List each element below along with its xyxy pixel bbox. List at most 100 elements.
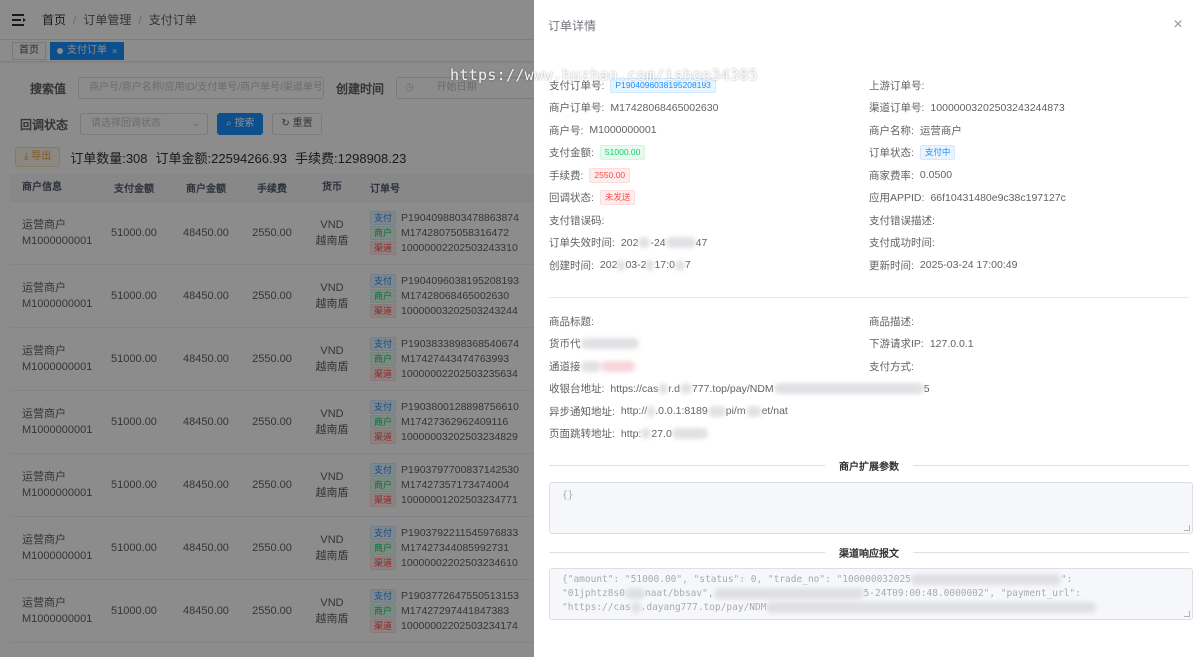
order-status-tag: 支付中 [919,145,956,161]
field-label: 支付成功时间: [869,237,935,250]
order-detail-fields: 支付订单号: P1904096038195208193 上游订单号: 商户订单号:… [549,74,1189,277]
resp-line-part: "https://cas [562,602,631,613]
field-value-part: 27.0 [651,427,672,440]
ext-params-value: {} [562,490,574,501]
channel-response-title: 渠道响应报文 [839,549,899,560]
field-merchant-no: 商户号: M1000000001 [549,123,869,138]
redaction-blur [641,428,652,440]
field-merchant-order-no: 商户订单号: M17428068465002630 [549,100,869,115]
field-value: 66f10431480e9c38c197127c [930,191,1066,204]
channel-response-divider: 渠道响应报文 [549,545,1189,560]
resp-line-part: "01jphtz8s0 [562,588,625,599]
field-label: 商户号: [549,124,584,137]
field-cashier-url: 收银台地址: https://cas r.d 777.top/pay/NDM 5 [549,381,1189,396]
field-return-url: 页面跳转地址: http: 27.0 [549,426,1189,441]
field-subject: 商品标题: [549,314,869,329]
field-value-part: 47 [695,236,708,249]
resp-line-part: ": [1060,574,1073,585]
field-pay-error-code: 支付错误码: [549,213,869,228]
field-label: 订单失效时间: [549,237,615,250]
field-label: 支付金额: [549,147,594,160]
resp-line-part: 5-24T09:00:48.0000002", "payment_url": [863,588,1081,599]
field-value-part: 7 [684,259,691,272]
field-value: 127.0.0.1 [929,337,974,350]
field-app-id: 应用APPID: 66f10431480e9c38c197127c [869,190,1189,205]
redaction-blur [630,602,641,613]
field-label: 支付方式: [869,360,914,373]
redaction-blur [707,405,726,417]
resize-handle-icon[interactable] [1184,525,1190,531]
resp-line-part: .dayang777.top/pay/NDM [640,602,767,613]
resp-line-part: {"amount": "51000.00", "status": 0, "tra… [562,574,911,585]
redaction-blur [646,259,655,271]
field-upstream-order-no: 上游订单号: [869,78,1189,93]
field-value-part: .0.0.1:8189 [655,405,708,418]
field-value-part: 777.top/pay/NDM [691,382,774,395]
ext-params-textarea[interactable]: {} [549,482,1193,534]
redaction-blur [617,259,626,271]
field-value-part: et/nat [761,405,788,418]
field-success-time: 支付成功时间: [869,235,1189,250]
resize-handle-icon[interactable] [1184,611,1190,617]
drawer-header: 订单详情 × [534,0,1200,50]
order-detail-drawer: 订单详情 × 支付订单号: P1904096038195208193 上游订单号:… [534,0,1200,657]
field-label: 商户名称: [869,124,914,137]
field-value-part: r.d [668,382,680,395]
section-divider [549,297,1189,298]
field-order-status: 订单状态: 支付中 [869,145,1189,161]
field-value-part: https://cas [610,382,659,395]
pay-amount-tag: 51000.00 [599,145,646,161]
field-channel-order-no: 渠道订单号: 10000003202503243244873 [869,100,1189,115]
redaction-blur [745,405,762,417]
redaction-blur [658,383,669,395]
field-callback-status: 回调状态: 未发送 [549,190,869,206]
field-label: 应用APPID: [869,192,925,205]
field-updated-time: 更新时间: 2025-03-24 17:00:49 [869,258,1189,273]
resp-line-part: naat/bbsav", [644,588,714,599]
callback-status-tag: 未发送 [599,190,636,206]
field-value-part: http: [620,427,642,440]
field-pay-way: 支付方式: [869,359,1189,374]
redaction-blur [665,237,696,249]
field-label: 收银台地址: [549,383,605,396]
close-icon[interactable]: × [1170,16,1186,34]
field-fee: 手续费: 2550.00 [549,167,869,183]
redaction-blur [580,338,639,350]
redaction-blur [671,428,708,440]
field-label: 页面跳转地址: [549,428,615,441]
field-label: 更新时间: [869,259,914,272]
redaction-blur [580,360,601,372]
field-channel-interface: 通道接 [549,359,869,374]
redaction-blur [766,602,1097,613]
watermark-text: https://www.huzhan.com/ishop34385 [450,66,758,84]
field-label: 商品描述: [869,315,914,328]
field-label: 下游请求IP: [869,338,924,351]
drawer-title: 订单详情 [548,18,597,33]
field-value-part: http:// [620,405,648,418]
field-label: 商户订单号: [549,102,605,115]
redaction-blur [647,405,656,417]
field-value-part: 17:0 [654,259,675,272]
field-label: 支付错误码: [549,214,605,227]
redaction-blur [910,574,1061,585]
field-value: M1000000001 [589,124,657,137]
field-value-part: pi/m [725,405,746,418]
field-created-time: 创建时间: 202 03-2 17:0 7 [549,258,869,273]
field-description: 商品描述: [869,314,1189,329]
field-label: 商品标题: [549,315,594,328]
field-label: 渠道订单号: [869,102,925,115]
field-label: 创建时间: [549,259,594,272]
field-label: 订单状态: [869,147,914,160]
field-value: 10000003202503243244873 [930,101,1065,114]
field-label: 支付错误描述: [869,214,935,227]
field-label: 商家费率: [869,169,914,182]
field-label: 通道接 [549,360,581,373]
field-value-part: 03-2 [625,259,647,272]
field-merchant-name: 商户名称: 运营商户 [869,123,1189,138]
field-merchant-rate: 商家费率: 0.0500 [869,168,1189,183]
field-value: M17428068465002630 [610,101,719,114]
field-expire-time: 订单失效时间: 202 -24 47 [549,235,869,250]
channel-response-textarea[interactable]: {"amount": "51000.00", "status": 0, "tra… [549,568,1193,620]
order-extra-fields: 商品标题: 商品描述: 货币代 下游请求IP: 127.0.0.1 通道接 支付方… [549,310,1189,445]
redaction-blur [624,588,645,599]
